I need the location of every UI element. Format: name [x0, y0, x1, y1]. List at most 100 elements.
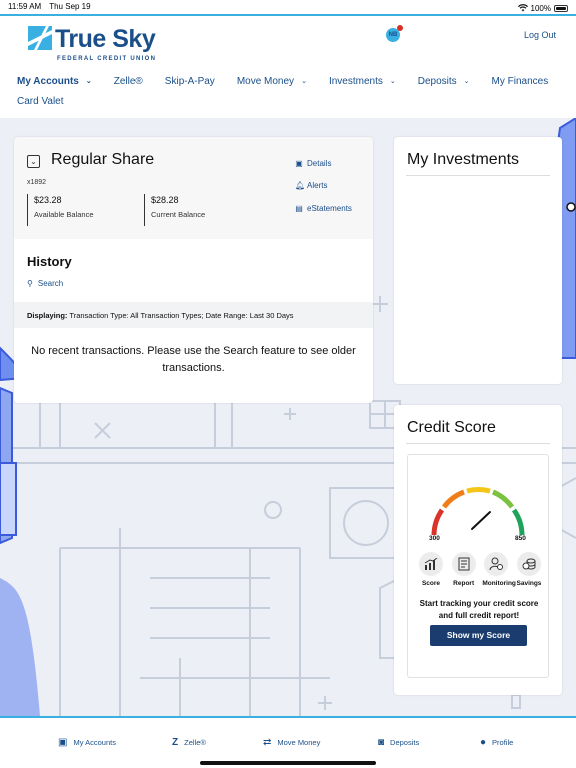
- accounts-icon: ▣: [58, 737, 68, 748]
- notification-dot: [397, 25, 403, 31]
- tab-label: Move Money: [277, 738, 321, 747]
- logout-link[interactable]: Log Out: [524, 30, 556, 40]
- home-indicator: [200, 761, 376, 765]
- bar-chart-icon: [424, 558, 438, 570]
- chevron-down-icon: ⌄: [463, 78, 470, 85]
- account-card: ⌄ Regular Share x1892 $23.28 Available B…: [14, 137, 373, 403]
- nav-deposits[interactable]: Deposits ⌄: [418, 76, 470, 87]
- account-number: x1892: [27, 179, 47, 186]
- nav-label: My Accounts: [17, 75, 79, 87]
- details-link[interactable]: ▣ Details: [295, 157, 352, 169]
- chevron-down-icon: ⌄: [389, 78, 396, 85]
- feature-monitoring: Monitoring: [482, 552, 516, 587]
- tab-zelle[interactable]: Z Zelle®: [172, 737, 206, 748]
- nav-zelle[interactable]: Zelle®: [114, 76, 143, 87]
- logo[interactable]: True Sky FEDERAL CREDIT UNION: [28, 25, 158, 68]
- displaying-label: Displaying:: [27, 311, 68, 320]
- current-balance-amount: $28.28: [151, 195, 179, 205]
- logo-text: True Sky: [55, 25, 156, 53]
- history-heading: History: [27, 254, 72, 269]
- nav-label: Deposits: [417, 75, 457, 87]
- gauge-needle: [471, 511, 491, 530]
- transfer-icon: ⇄: [263, 737, 272, 748]
- nav-card-valet[interactable]: Card Valet: [17, 96, 64, 107]
- account-links: ▣ Details 🔔︎ Alerts ▤ eStatements: [295, 157, 352, 225]
- notification-avatar[interactable]: NB: [386, 25, 403, 42]
- feature-label: Report: [453, 580, 475, 587]
- investments-title: My Investments: [407, 151, 520, 168]
- estatements-link[interactable]: ▤ eStatements: [295, 202, 352, 214]
- chevron-down-icon: ⌄: [30, 157, 37, 166]
- notification-initials: NB: [388, 32, 398, 38]
- nav-label: Move Money: [236, 75, 295, 87]
- divider: [406, 443, 550, 444]
- investments-card: My Investments: [394, 137, 562, 384]
- bottom-tab-bar: ▣ My Accounts Z Zelle® ⇄ Move Money ◙ Deposi…: [0, 716, 576, 768]
- header: True Sky FEDERAL CREDIT UNION NB Log Out…: [0, 16, 576, 118]
- nav-investments[interactable]: Investments ⌄: [329, 76, 396, 87]
- profile-icon: ●: [480, 737, 487, 748]
- available-balance-label: Available Balance: [34, 210, 94, 219]
- tab-label: Profile: [492, 738, 514, 747]
- bell-icon: 🔔︎: [295, 181, 306, 190]
- tab-profile[interactable]: ● Profile: [480, 737, 513, 748]
- collapse-toggle-button[interactable]: ⌄: [27, 155, 40, 168]
- history-search-link[interactable]: ⚲ Search: [27, 279, 63, 288]
- nav-label: Card Valet: [17, 95, 64, 107]
- feature-report: Report: [450, 552, 478, 587]
- main-nav: My Accounts ⌄ Zelle® Skip-A-Pay Move Mone…: [17, 74, 562, 114]
- show-score-button[interactable]: Show my Score: [430, 625, 527, 646]
- chevron-down-icon: ⌄: [85, 78, 92, 85]
- credit-promo-text: Start tracking your credit score and ful…: [419, 599, 539, 620]
- tab-label: Zelle®: [184, 738, 206, 747]
- current-balance: $28.28 Current Balance: [144, 194, 205, 226]
- current-balance-label: Current Balance: [151, 210, 206, 219]
- gauge-max: 850: [515, 535, 526, 542]
- camera-icon: ◙: [378, 737, 385, 748]
- feature-label: Score: [421, 580, 441, 587]
- tab-my-accounts[interactable]: ▣ My Accounts: [58, 737, 116, 748]
- wifi-icon: [517, 4, 528, 12]
- nav-label: Zelle®: [113, 75, 143, 87]
- account-summary: ⌄ Regular Share x1892 $23.28 Available B…: [14, 137, 373, 239]
- nav-label: Skip-A-Pay: [164, 75, 215, 87]
- monitoring-icon: [489, 557, 504, 571]
- nav-move-money[interactable]: Move Money ⌄: [237, 76, 307, 87]
- logo-mark-icon: [28, 26, 52, 50]
- details-label: Details: [307, 158, 332, 168]
- feature-label: Savings: [516, 580, 542, 587]
- account-name: Regular Share: [51, 151, 155, 168]
- available-balance: $23.28 Available Balance: [27, 194, 94, 226]
- status-date: Thu Sep 19: [49, 2, 91, 11]
- report-icon: [458, 557, 470, 571]
- search-icon: ⚲: [27, 279, 33, 288]
- credit-score-card: Credit Score 300 850 Score Report Monito…: [394, 405, 562, 695]
- nav-label: Investments: [328, 75, 383, 87]
- savings-icon: [522, 558, 536, 570]
- document-icon: ▤: [295, 203, 303, 213]
- credit-gauge: [431, 487, 525, 536]
- nav-skip-a-pay[interactable]: Skip-A-Pay: [165, 76, 215, 87]
- nav-my-finances[interactable]: My Finances: [492, 76, 549, 87]
- details-icon: ▣: [295, 158, 303, 168]
- status-bar: 11:59 AM Thu Sep 19 100%: [0, 0, 576, 14]
- available-balance-amount: $23.28: [34, 195, 62, 205]
- alerts-label: Alerts: [307, 181, 328, 190]
- alerts-link[interactable]: 🔔︎ Alerts: [295, 180, 352, 192]
- search-label: Search: [37, 279, 64, 288]
- logo-subtitle: FEDERAL CREDIT UNION: [57, 56, 157, 62]
- status-time: 11:59 AM: [8, 2, 42, 11]
- main-content: ⌄ Regular Share x1892 $23.28 Available B…: [0, 118, 576, 716]
- nav-my-accounts[interactable]: My Accounts ⌄: [17, 76, 92, 87]
- gauge-min: 300: [429, 535, 440, 542]
- tab-move-money[interactable]: ⇄ Move Money: [263, 737, 320, 748]
- zelle-icon: Z: [172, 737, 179, 748]
- battery-icon: [554, 4, 568, 12]
- tab-label: Deposits: [390, 738, 420, 747]
- displaying-value: Transaction Type: All Transaction Types;…: [69, 311, 294, 320]
- feature-label: Monitoring: [482, 580, 516, 587]
- divider: [406, 175, 550, 176]
- tab-deposits[interactable]: ◙ Deposits: [378, 737, 419, 748]
- chevron-down-icon: ⌄: [301, 78, 307, 85]
- credit-score-widget: 300 850 Score Report Monitoring Savings: [407, 454, 549, 678]
